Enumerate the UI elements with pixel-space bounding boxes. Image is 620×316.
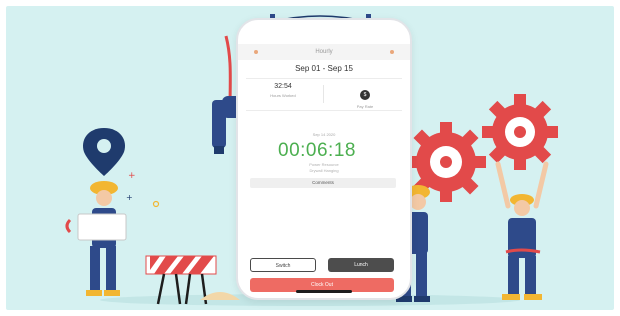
pay-rate-label: Pay Rate <box>356 104 374 109</box>
worker-figure <box>65 181 127 296</box>
clock-timer: 00:06:18 <box>278 140 356 161</box>
divider <box>246 78 402 79</box>
illustration-scene: + + Hourly Sep 01 - Sep 15 32:54 Hours W… <box>0 0 620 316</box>
task-line-2: Drywall Hanging <box>309 168 339 173</box>
location-pin-icon <box>82 128 126 176</box>
sparkle-icon <box>152 200 160 208</box>
hours-worked-label: Hours Worked <box>270 93 296 98</box>
switch-button[interactable]: Switch <box>250 258 316 272</box>
divider <box>246 110 402 111</box>
pay-rate-stat: $ Pay Rate <box>326 83 404 109</box>
comments-button[interactable]: Comments <box>250 178 396 188</box>
menu-dot-icon[interactable] <box>254 50 258 54</box>
pay-period-range[interactable]: Sep 01 - Sep 15 <box>238 64 410 73</box>
dollar-icon: $ <box>360 90 370 100</box>
gear-icon <box>482 94 558 170</box>
stat-separator <box>323 85 324 103</box>
worker-figure <box>495 161 549 300</box>
hours-worked-stat: 32:54 Hours Worked <box>244 83 322 98</box>
app-header: Hourly <box>238 44 410 60</box>
lunch-button[interactable]: Lunch <box>328 258 394 272</box>
phone-mockup: Hourly Sep 01 - Sep 15 32:54 Hours Worke… <box>236 18 412 300</box>
settings-dot-icon[interactable] <box>390 50 394 54</box>
task-line-1: Power Resource <box>309 162 339 167</box>
sparkle-icon: + <box>126 193 133 202</box>
sparkle-icon: + <box>128 171 136 181</box>
app-title: Hourly <box>315 49 333 55</box>
entry-date: Sep 14 2020 <box>312 132 336 137</box>
hours-worked-value: 32:54 <box>274 83 292 90</box>
home-indicator <box>296 290 352 293</box>
